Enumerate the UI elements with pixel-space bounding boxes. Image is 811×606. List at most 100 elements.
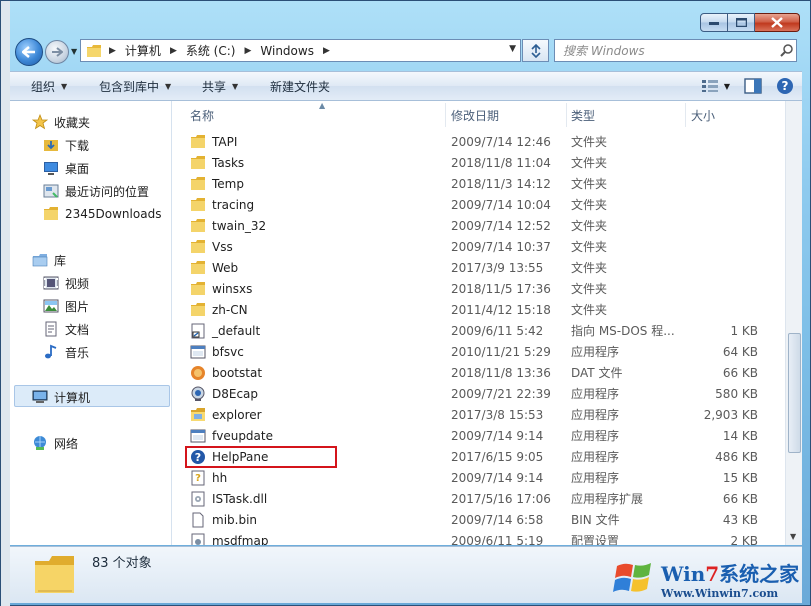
- file-type: 应用程序: [571, 345, 620, 359]
- nav-downloads[interactable]: 下载: [43, 135, 89, 155]
- address-dropdown-icon[interactable]: ▼: [509, 44, 516, 54]
- file-name: winsxs: [212, 281, 253, 296]
- breadcrumb-computer[interactable]: 计算机: [121, 39, 165, 62]
- file-date: 2009/7/14 12:52: [451, 218, 551, 233]
- search-box[interactable]: [554, 39, 797, 62]
- chevron-right-icon[interactable]: ▶: [165, 46, 182, 56]
- nav-2345downloads[interactable]: 2345Downloads: [43, 204, 161, 224]
- file-type: 文件夹: [571, 261, 608, 275]
- video-icon: [43, 275, 59, 291]
- file-type: 文件夹: [571, 177, 608, 191]
- nav-recent-places[interactable]: 最近访问的位置: [43, 181, 149, 201]
- chevron-right-icon[interactable]: ▶: [239, 46, 256, 56]
- recent-places-icon: [43, 183, 59, 199]
- chevron-down-icon: ▼: [232, 82, 239, 91]
- exe-icon: [190, 428, 206, 444]
- nav-documents-label: 文档: [65, 322, 90, 337]
- file-row[interactable]: winsxs 2018/11/5 17:36 文件夹: [173, 278, 773, 299]
- nav-music[interactable]: 音乐: [43, 342, 89, 362]
- folder-icon: [190, 281, 206, 297]
- chevron-right-icon[interactable]: ▶: [318, 46, 335, 56]
- nav-desktop[interactable]: 桌面: [43, 158, 89, 178]
- nav-pictures[interactable]: 图片: [43, 296, 89, 316]
- ini-icon: [190, 533, 206, 545]
- column-divider[interactable]: [685, 103, 686, 127]
- vertical-scrollbar[interactable]: ▼: [785, 101, 802, 545]
- file-row[interactable]: Tasks 2018/11/8 11:04 文件夹: [173, 152, 773, 173]
- nav-pictures-label: 图片: [65, 299, 90, 314]
- nav-libraries[interactable]: 库: [32, 250, 66, 270]
- column-header-type[interactable]: 类型: [571, 101, 595, 129]
- file-date: 2009/7/14 9:14: [451, 428, 544, 443]
- file-row[interactable]: ? hh 2009/7/14 9:14 应用程序 15 KB: [173, 467, 773, 488]
- file-name: D8Ecap: [212, 386, 259, 401]
- chevron-right-icon[interactable]: ▶: [104, 46, 121, 56]
- file-date: 2010/11/21 5:29: [451, 344, 551, 359]
- command-bar: 组织 ▼ 包含到库中 ▼ 共享 ▼ 新建文件夹 ▼ ?: [10, 71, 802, 101]
- nav-network[interactable]: 网络: [32, 433, 78, 453]
- file-row[interactable]: explorer 2017/3/8 15:53 应用程序 2,903 KB: [173, 404, 773, 425]
- column-header-size[interactable]: 大小: [691, 101, 715, 129]
- recent-pages-dropdown[interactable]: ▼: [71, 47, 77, 56]
- file-row[interactable]: TAPI 2009/7/14 12:46 文件夹: [173, 131, 773, 152]
- file-row[interactable]: bfsvc 2010/11/21 5:29 应用程序 64 KB: [173, 341, 773, 362]
- file-row[interactable]: mib.bin 2009/7/14 6:58 BIN 文件 43 KB: [173, 509, 773, 530]
- file-name-cell: Temp: [190, 176, 244, 192]
- close-button[interactable]: [755, 13, 800, 32]
- search-icon[interactable]: [776, 44, 796, 57]
- nav-favorites[interactable]: 收藏夹: [32, 112, 90, 132]
- file-type: 应用程序扩展: [571, 492, 644, 506]
- file-row[interactable]: Temp 2018/11/3 14:12 文件夹: [173, 173, 773, 194]
- file-row[interactable]: tracing 2009/7/14 10:04 文件夹: [173, 194, 773, 215]
- file-row[interactable]: D8Ecap 2009/7/21 22:39 应用程序 580 KB: [173, 383, 773, 404]
- scrollbar-thumb[interactable]: [788, 333, 801, 453]
- file-name: zh-CN: [212, 302, 248, 317]
- column-divider[interactable]: [445, 103, 446, 127]
- folder-icon: [190, 176, 206, 192]
- organize-menu[interactable]: 组织 ▼: [31, 78, 67, 95]
- refresh-button[interactable]: [522, 39, 549, 62]
- address-bar[interactable]: ▶ 计算机 ▶ 系统 (C:) ▶ Windows ▶ ▼: [80, 39, 521, 62]
- star-icon: [32, 114, 48, 130]
- nav-videos[interactable]: 视频: [43, 273, 89, 293]
- file-row[interactable]: bootstat 2018/11/8 13:36 DAT 文件 66 KB: [173, 362, 773, 383]
- maximize-button[interactable]: [728, 13, 755, 32]
- file-size: 15 KB: [722, 470, 758, 485]
- file-row[interactable]: twain_32 2009/7/14 12:52 文件夹: [173, 215, 773, 236]
- file-row[interactable]: _default 2009/6/11 5:42 指向 MS-DOS 程... 1 KB: [173, 320, 773, 341]
- search-input[interactable]: [555, 40, 776, 61]
- svg-text:?: ?: [782, 79, 789, 93]
- file-row[interactable]: Web 2017/3/9 13:55 文件夹: [173, 257, 773, 278]
- nav-computer[interactable]: 计算机: [32, 387, 90, 407]
- library-icon: [32, 252, 48, 268]
- file-name: bfsvc: [212, 344, 244, 359]
- column-header-name[interactable]: 名称: [190, 101, 214, 129]
- forward-button[interactable]: [45, 40, 69, 64]
- share-menu[interactable]: 共享 ▼: [202, 78, 238, 95]
- view-options-button[interactable]: ▼: [701, 80, 730, 92]
- forward-arrow-icon: [52, 47, 63, 57]
- nav-videos-label: 视频: [65, 276, 90, 291]
- computer-icon: [32, 389, 48, 405]
- preview-pane-icon[interactable]: [744, 78, 762, 94]
- file-row[interactable]: Vss 2009/7/14 10:37 文件夹: [173, 236, 773, 257]
- minimize-button[interactable]: [700, 13, 728, 32]
- new-folder-button[interactable]: 新建文件夹: [270, 78, 330, 95]
- nav-documents[interactable]: 文档: [43, 319, 89, 339]
- file-row[interactable]: fveupdate 2009/7/14 9:14 应用程序 14 KB: [173, 425, 773, 446]
- file-name: Tasks: [212, 155, 245, 170]
- help-icon[interactable]: ?: [776, 77, 794, 95]
- column-divider[interactable]: [566, 103, 567, 127]
- file-row[interactable]: msdfmap 2009/6/11 5:19 配置设置 2 KB: [173, 530, 773, 545]
- breadcrumb-windows[interactable]: Windows: [256, 39, 318, 62]
- file-date: 2017/6/15 9:05: [451, 449, 544, 464]
- breadcrumb-drive-c[interactable]: 系统 (C:): [182, 39, 240, 62]
- scroll-down-icon[interactable]: ▼: [790, 532, 796, 541]
- file-row[interactable]: zh-CN 2011/4/12 15:18 文件夹: [173, 299, 773, 320]
- column-type-label: 类型: [571, 108, 596, 123]
- folder-icon: [190, 155, 206, 171]
- back-button[interactable]: [15, 38, 43, 66]
- column-header-date[interactable]: 修改日期: [451, 101, 499, 129]
- file-row[interactable]: ISTask.dll 2017/5/16 17:06 应用程序扩展 66 KB: [173, 488, 773, 509]
- include-library-menu[interactable]: 包含到库中 ▼: [99, 78, 171, 95]
